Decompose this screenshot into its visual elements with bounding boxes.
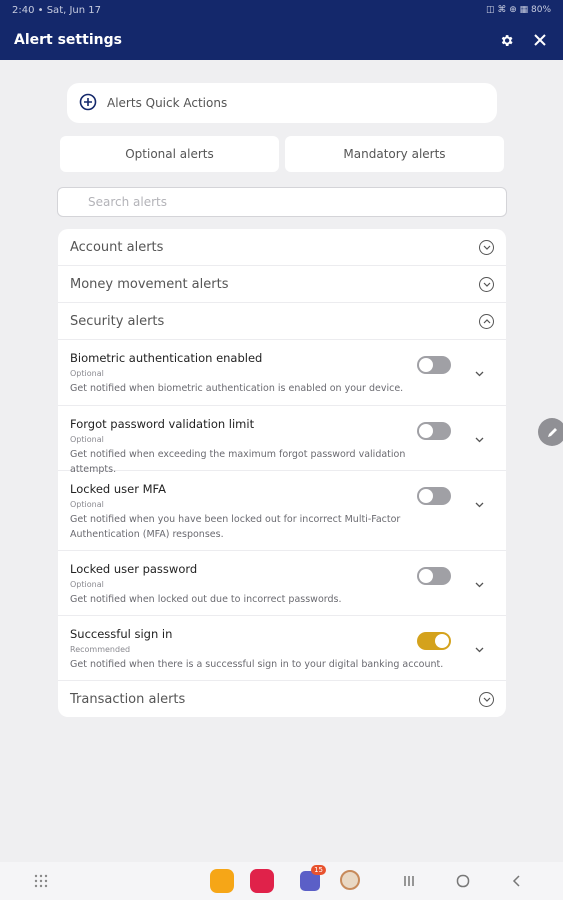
alerts-card: Account alerts Money movement alerts Sec…: [58, 229, 506, 717]
system-nav-bar: 15: [0, 862, 563, 900]
alert-toggle[interactable]: [417, 356, 451, 374]
chevron-down-icon[interactable]: [475, 428, 484, 447]
alert-description: Get notified when there is a successful …: [70, 659, 444, 670]
alert-row-locked-user-password: Locked user password Optional Get notifi…: [58, 551, 506, 616]
page-title: Alert settings: [14, 32, 122, 48]
alert-description: Get notified when you have been locked o…: [70, 514, 401, 540]
alert-row-forgot-password-validation-limit: Forgot password validation limit Optiona…: [58, 406, 506, 475]
category-label: Account alerts: [70, 239, 164, 255]
edit-pencil-button[interactable]: [538, 418, 563, 446]
chevron-down-icon: [479, 239, 494, 255]
quick-actions-label: Alerts Quick Actions: [107, 96, 228, 110]
status-time: 2:40 • Sat, Jun 17: [12, 4, 101, 16]
chevron-down-icon[interactable]: [475, 362, 484, 381]
chevron-down-icon[interactable]: [475, 573, 484, 592]
app-bar: Alert settings: [0, 20, 563, 60]
alert-toggle[interactable]: [417, 567, 451, 585]
alert-row-successful-sign-in: Successful sign in Recommended Get notif…: [58, 616, 506, 681]
browser-app-icon[interactable]: [340, 870, 360, 890]
chevron-down-icon: [479, 692, 494, 707]
alert-row-biometric-authentication: Biometric authentication enabled Optiona…: [58, 340, 506, 406]
chevron-up-icon: [479, 313, 494, 329]
tab-optional-alerts[interactable]: Optional alerts: [60, 136, 279, 172]
teams-app-icon[interactable]: 15: [300, 865, 326, 891]
category-security-alerts[interactable]: Security alerts: [58, 303, 506, 340]
alert-description: Get notified when biometric authenticati…: [70, 383, 404, 394]
notification-badge: 15: [311, 865, 326, 875]
alert-row-locked-user-mfa: Locked user MFA Optional Get notified wh…: [58, 471, 506, 551]
gear-icon[interactable]: [497, 31, 515, 49]
category-label: Transaction alerts: [70, 692, 186, 707]
alert-toggle[interactable]: [417, 487, 451, 505]
back-icon[interactable]: [510, 874, 524, 888]
add-circle-icon: [79, 93, 97, 114]
chevron-down-icon: [479, 276, 494, 292]
alert-description: Get notified when locked out due to inco…: [70, 594, 342, 605]
files-app-icon[interactable]: [210, 869, 234, 893]
alert-toggle[interactable]: [417, 632, 451, 650]
status-icons: ◫ ⌘ ⊕ ▦ 80%: [486, 5, 551, 15]
alert-toggle[interactable]: [417, 422, 451, 440]
alerts-quick-actions-button[interactable]: Alerts Quick Actions: [67, 83, 497, 123]
status-bar: 2:40 • Sat, Jun 17 ◫ ⌘ ⊕ ▦ 80%: [0, 0, 563, 20]
category-account-alerts[interactable]: Account alerts: [58, 229, 506, 266]
pencil-icon: [547, 427, 557, 437]
chevron-down-icon[interactable]: [475, 493, 484, 512]
app-drawer-icon[interactable]: [34, 874, 48, 888]
category-transaction-alerts[interactable]: Transaction alerts: [58, 681, 506, 717]
category-label: Money movement alerts: [70, 276, 229, 292]
close-icon[interactable]: [531, 31, 549, 49]
home-icon[interactable]: [456, 874, 470, 888]
search-input[interactable]: [57, 187, 507, 217]
tab-mandatory-alerts[interactable]: Mandatory alerts: [285, 136, 504, 172]
video-app-icon[interactable]: [250, 869, 274, 893]
category-label: Security alerts: [70, 313, 165, 329]
category-money-movement-alerts[interactable]: Money movement alerts: [58, 266, 506, 303]
recents-icon[interactable]: [402, 874, 416, 888]
chevron-down-icon[interactable]: [475, 638, 484, 657]
